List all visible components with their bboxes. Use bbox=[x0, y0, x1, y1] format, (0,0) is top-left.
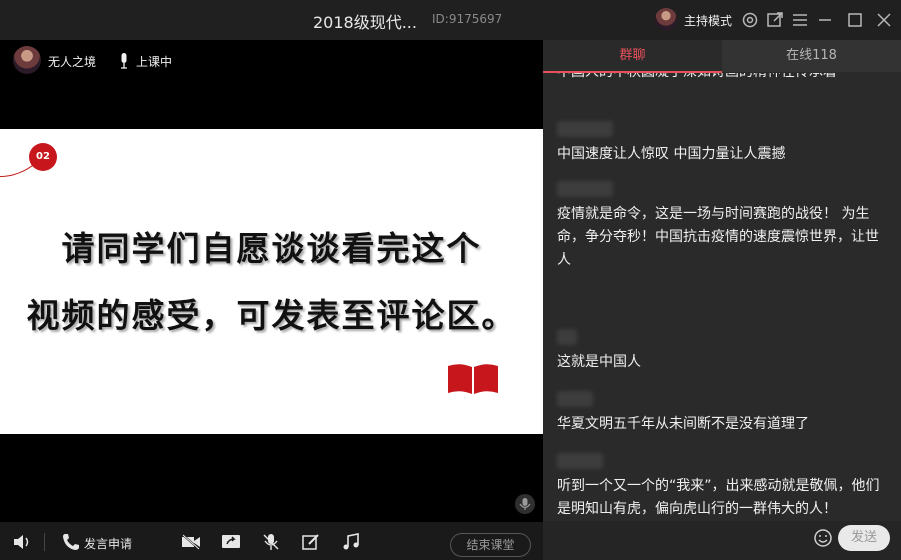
chat-tabs: 群聊 在线118 bbox=[543, 40, 901, 73]
slide-text-line-1: 请同学们自愿谈谈看完这个 bbox=[61, 229, 482, 268]
title-bar: 2018级现代... ID:9175697 主持模式 bbox=[0, 0, 901, 40]
music-icon[interactable] bbox=[341, 533, 361, 551]
room-id: ID:9175697 bbox=[432, 12, 503, 26]
message-text: 华夏文明五千年从未间断不是没有道理了 bbox=[557, 416, 809, 432]
list-item: 中国人的中秋圆凝了深如诗画的精神在传承着 bbox=[557, 73, 879, 84]
slide-text-line-2: 视频的感受，可发表至评论区。 bbox=[26, 296, 517, 335]
chat-panel: 群聊 在线118 中国人的中秋圆凝了深如诗画的精神在传承着 中国速度让人惊叹 中… bbox=[543, 40, 901, 560]
presenter-name: 无人之境 bbox=[48, 55, 97, 69]
book-icon bbox=[446, 362, 500, 396]
popout-icon[interactable] bbox=[766, 11, 784, 29]
send-button[interactable]: 发送 bbox=[838, 525, 890, 551]
emoji-icon[interactable] bbox=[813, 528, 833, 548]
host-mode-label[interactable]: 主持模式 bbox=[684, 12, 732, 29]
message-text: 中国速度让人惊叹 中国力量让人震撼 bbox=[557, 146, 786, 162]
mic-status-icon[interactable] bbox=[515, 494, 535, 514]
slide-number-badge: 02 bbox=[29, 143, 57, 171]
list-item: 中国速度让人惊叹 中国力量让人震撼 bbox=[557, 121, 887, 166]
speak-request-button[interactable]: 发言申请 bbox=[84, 535, 132, 552]
message-text: 疫情就是命令，这是一场与时间赛跑的战役！ 为生命，争分夺秒！中国抗击疫情的速度震… bbox=[557, 206, 879, 268]
list-item: 华夏文明五千年从未间断不是没有道理了 bbox=[557, 391, 887, 436]
message-list[interactable]: 中国人的中秋圆凝了深如诗画的精神在传承着 中国速度让人惊叹 中国力量让人震撼 疫… bbox=[543, 73, 901, 521]
message-text: 中国人的中秋圆凝了深如诗画的精神在传承着 bbox=[557, 73, 879, 84]
sender-name-blurred bbox=[557, 453, 603, 469]
list-item: 疫情就是命令，这是一场与时间赛跑的战役！ 为生命，争分夺秒！中国抗击疫情的速度震… bbox=[557, 181, 887, 272]
volume-icon[interactable] bbox=[12, 533, 32, 551]
maximize-icon[interactable] bbox=[846, 11, 864, 29]
microphone-icon bbox=[119, 53, 129, 69]
host-avatar[interactable] bbox=[655, 8, 677, 30]
presenter-bar: 无人之境 上课中 bbox=[0, 40, 543, 80]
screen-share-icon[interactable] bbox=[221, 533, 241, 551]
end-class-button[interactable]: 结束课堂 bbox=[450, 533, 531, 557]
message-text: 听到一个又一个的“我来”，出来感动就是敬佩，他们是明知山有虎，偏向虎山行的一群伟… bbox=[557, 478, 880, 517]
mic-off-icon[interactable] bbox=[261, 533, 281, 551]
phone-icon[interactable] bbox=[61, 533, 81, 551]
sender-name-blurred bbox=[557, 121, 613, 137]
presentation-stage: 02 请同学们自愿谈谈看完这个 视频的感受，可发表至评论区。 bbox=[0, 80, 543, 522]
sender-name-blurred bbox=[557, 391, 593, 407]
settings-icon[interactable] bbox=[741, 11, 759, 29]
message-text: 这就是中国人 bbox=[557, 354, 641, 370]
bottom-toolbar: 发言申请 结束课堂 bbox=[0, 522, 543, 560]
camera-off-icon[interactable] bbox=[181, 533, 201, 551]
class-status: 上课中 bbox=[136, 55, 173, 69]
window-title: 2018级现代... bbox=[313, 13, 417, 32]
tab-group-chat[interactable]: 群聊 bbox=[543, 40, 722, 72]
sender-name-blurred bbox=[557, 329, 577, 345]
sender-name-blurred bbox=[557, 181, 613, 197]
toolbar-divider bbox=[44, 533, 45, 551]
minimize-icon[interactable] bbox=[816, 11, 834, 29]
edit-icon[interactable] bbox=[301, 533, 321, 551]
slide: 02 请同学们自愿谈谈看完这个 视频的感受，可发表至评论区。 bbox=[0, 129, 543, 434]
tab-online-users[interactable]: 在线118 bbox=[722, 40, 901, 72]
list-item: 听到一个又一个的“我来”，出来感动就是敬佩，他们是明知山有虎，偏向虎山行的一群伟… bbox=[557, 453, 887, 521]
menu-icon[interactable] bbox=[791, 11, 809, 29]
close-icon[interactable] bbox=[875, 11, 893, 29]
list-item: 这就是中国人 bbox=[557, 329, 887, 374]
chat-input[interactable] bbox=[553, 525, 815, 555]
presenter-avatar[interactable] bbox=[13, 46, 41, 74]
chat-input-bar: 发送 bbox=[543, 521, 901, 560]
